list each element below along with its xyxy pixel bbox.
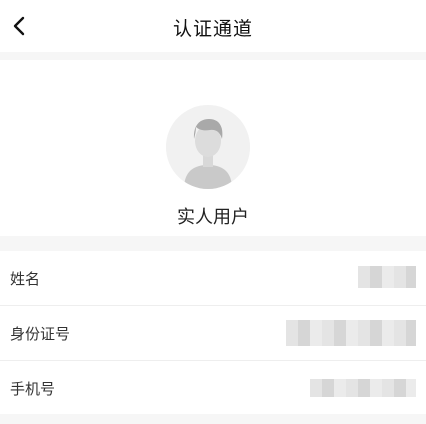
name-label: 姓名: [10, 270, 41, 288]
id-number-row: 身份证号: [0, 306, 426, 361]
profile-card: 实人用户: [0, 60, 426, 236]
page-title: 认证通道: [172, 18, 253, 40]
phone-label: 手机号: [10, 380, 56, 398]
id-number-value-masked: [286, 320, 416, 346]
default-avatar-icon: [166, 105, 250, 189]
name-value-masked: [358, 266, 416, 288]
name-row: 姓名: [0, 251, 426, 306]
phone-row: 手机号: [0, 361, 426, 415]
id-number-label: 身份证号: [10, 325, 71, 343]
identity-info-list: 姓名 身份证号 手机号: [0, 251, 426, 414]
user-type-label: 实人用户: [177, 207, 249, 228]
avatar: [166, 105, 250, 189]
nav-header: 认证通道: [0, 0, 426, 52]
phone-value-masked: [310, 379, 416, 397]
auth-page: 认证通道 实人用户 姓名 身份证号 手机号: [0, 0, 426, 424]
